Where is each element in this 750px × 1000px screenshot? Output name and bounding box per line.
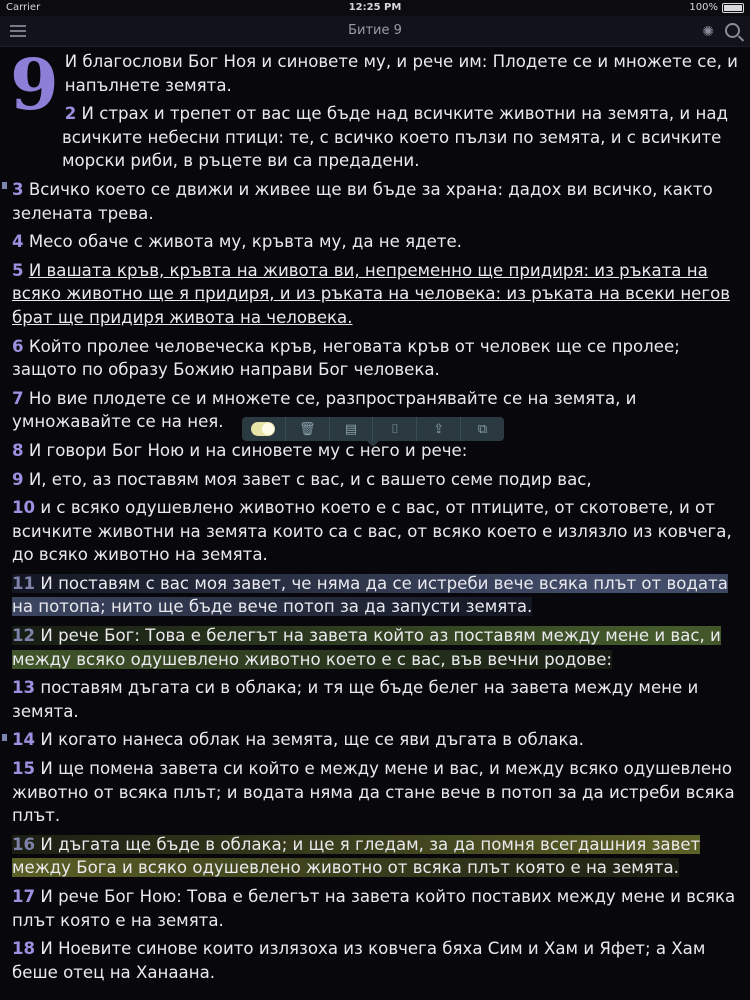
verse-text: И благослови Бог Ноя и синовете му, и ре… [64, 52, 738, 95]
verse-text: И Ноевите синове които излязоха из ковче… [12, 939, 706, 982]
verse-15[interactable]: 15 И ще помена завета си който е между м… [12, 757, 740, 828]
verse-text: Месо обаче с живота му, кръвта му, да не… [28, 232, 462, 252]
verse-text: И поставям с вас моя завет, че няма да с… [12, 573, 728, 617]
verse-number: 14 [12, 730, 36, 750]
verse-number: 16 [12, 834, 36, 854]
bookmark-marker [2, 734, 7, 742]
verse-number: 12 [12, 626, 36, 646]
verse-text: И дъгата ще бъде в облака; и ще я гледам… [12, 834, 701, 878]
page-title[interactable]: Битие 9 [0, 23, 750, 38]
verse-1[interactable]: 9 И благослови Бог Ноя и синовете му, и … [10, 50, 740, 120]
verse-number: 10 [12, 498, 36, 518]
verse-9[interactable]: 9 И, ето, аз поставям моя завет с вас, и… [12, 468, 740, 492]
verse-number: 9 [12, 469, 24, 489]
verse-2[interactable]: 2 И страх и трепет от вас ще бъде над вс… [12, 102, 740, 173]
verse-number: 11 [12, 573, 36, 593]
copy-icon[interactable]: ⧉ [461, 417, 504, 441]
verse-text: И страх и трепет от вас ще бъде над всич… [62, 104, 728, 171]
verse-text: И, ето, аз поставям моя завет с вас, и с… [28, 469, 592, 489]
verse-14[interactable]: 14 И когато нанеса облак на земята, ще с… [2, 728, 740, 752]
verse-text: И ще помена завета си който е между мене… [12, 759, 735, 826]
verse-number: 8 [12, 440, 24, 460]
brightness-icon[interactable]: ✺ [702, 24, 714, 40]
bookmark-icon[interactable]: ⌷ [373, 417, 418, 441]
verse-text: И говори Бог Ною и на синовете му с него… [28, 440, 468, 460]
verse-number: 6 [12, 336, 24, 356]
verse-5[interactable]: 5 И вашата кръв, кръвта на живота ви, не… [12, 259, 740, 330]
nav-bar: Битие 9 ✺ [0, 16, 750, 47]
battery-icon [722, 2, 744, 13]
verse-11[interactable]: 11 И поставям с вас моя завет, че няма д… [12, 572, 740, 619]
verse-text: поставям дъгата си в облака; и тя ще бъд… [12, 678, 699, 721]
bookmark-marker [2, 181, 7, 189]
verse-17[interactable]: 17 И рече Бог Ною: Това е белегът на зав… [12, 885, 740, 932]
verse-16[interactable]: 16 И дъгата ще бъде в облака; и ще я гле… [12, 833, 740, 880]
chapter-text: 9 И благослови Бог Ноя и синовете му, и … [2, 50, 740, 989]
verse-text: И рече Бог Ною: Това е белегът на завета… [12, 887, 736, 930]
verse-12[interactable]: 12 И рече Бог: Това е белегът на завета … [12, 624, 740, 671]
share-icon[interactable]: ⇪ [417, 417, 462, 441]
verse-action-toolbar: 🗑 ▤ ⌷ ⇪ ⧉ [242, 417, 504, 447]
highlight-olive: 16 И дъгата ще бъде в облака; и ще я гле… [12, 834, 701, 878]
verse-18[interactable]: 18 И Ноевите синове които излязоха из ко… [12, 937, 740, 984]
verse-number: 5 [12, 260, 24, 280]
verse-3[interactable]: 3 Всичко което се движи и живее ще ви бъ… [2, 178, 740, 225]
search-icon[interactable] [725, 23, 740, 38]
verse-text: И рече Бог: Това е белегът на завета кой… [12, 626, 721, 669]
verse-number: 4 [12, 232, 24, 252]
verse-13[interactable]: 13 поставям дъгата си в облака; и тя ще … [12, 676, 740, 723]
verse-number: 15 [12, 759, 36, 779]
verse-text: Всичко което се движи и живее ще ви бъде… [12, 179, 713, 223]
verse-text: и с всяко одушевлено животно което е с в… [12, 498, 732, 565]
clock: 12:25 PM [348, 2, 402, 13]
battery-indicator: 100% [689, 2, 744, 13]
battery-percent: 100% [689, 2, 718, 13]
verse-number: 18 [12, 939, 36, 959]
verse-6[interactable]: 6 Който пролее человеческа кръв, неговат… [12, 335, 740, 382]
verse-number: 3 [12, 179, 24, 199]
trash-icon[interactable]: 🗑 [286, 417, 330, 441]
verse-number: 17 [12, 887, 36, 906]
verse-10[interactable]: 10 и с всяко одушевлено животно което е … [12, 496, 740, 567]
verse-4[interactable]: 4 Месо обаче с живота му, кръвта му, да … [12, 230, 740, 254]
verse-text: И когато нанеса облак на земята, ще се я… [40, 730, 584, 750]
verse-number: 13 [12, 678, 36, 698]
verse-number: 2 [64, 104, 77, 124]
highlight-blue: 11 И поставям с вас моя завет, че няма д… [12, 573, 728, 617]
status-bar: Carrier 12:25 PM 100% [0, 0, 750, 16]
note-icon[interactable]: ▤ [330, 417, 374, 441]
highlight-toggle-icon[interactable] [242, 417, 286, 441]
verse-text-underlined: И вашата кръв, кръвта на живота ви, непр… [12, 260, 731, 327]
verse-text: Който пролее человеческа кръв, неговата … [12, 336, 680, 380]
verse-number: 7 [12, 388, 24, 408]
highlight-green: 12 И рече Бог: Това е белегът на завета … [12, 626, 721, 669]
